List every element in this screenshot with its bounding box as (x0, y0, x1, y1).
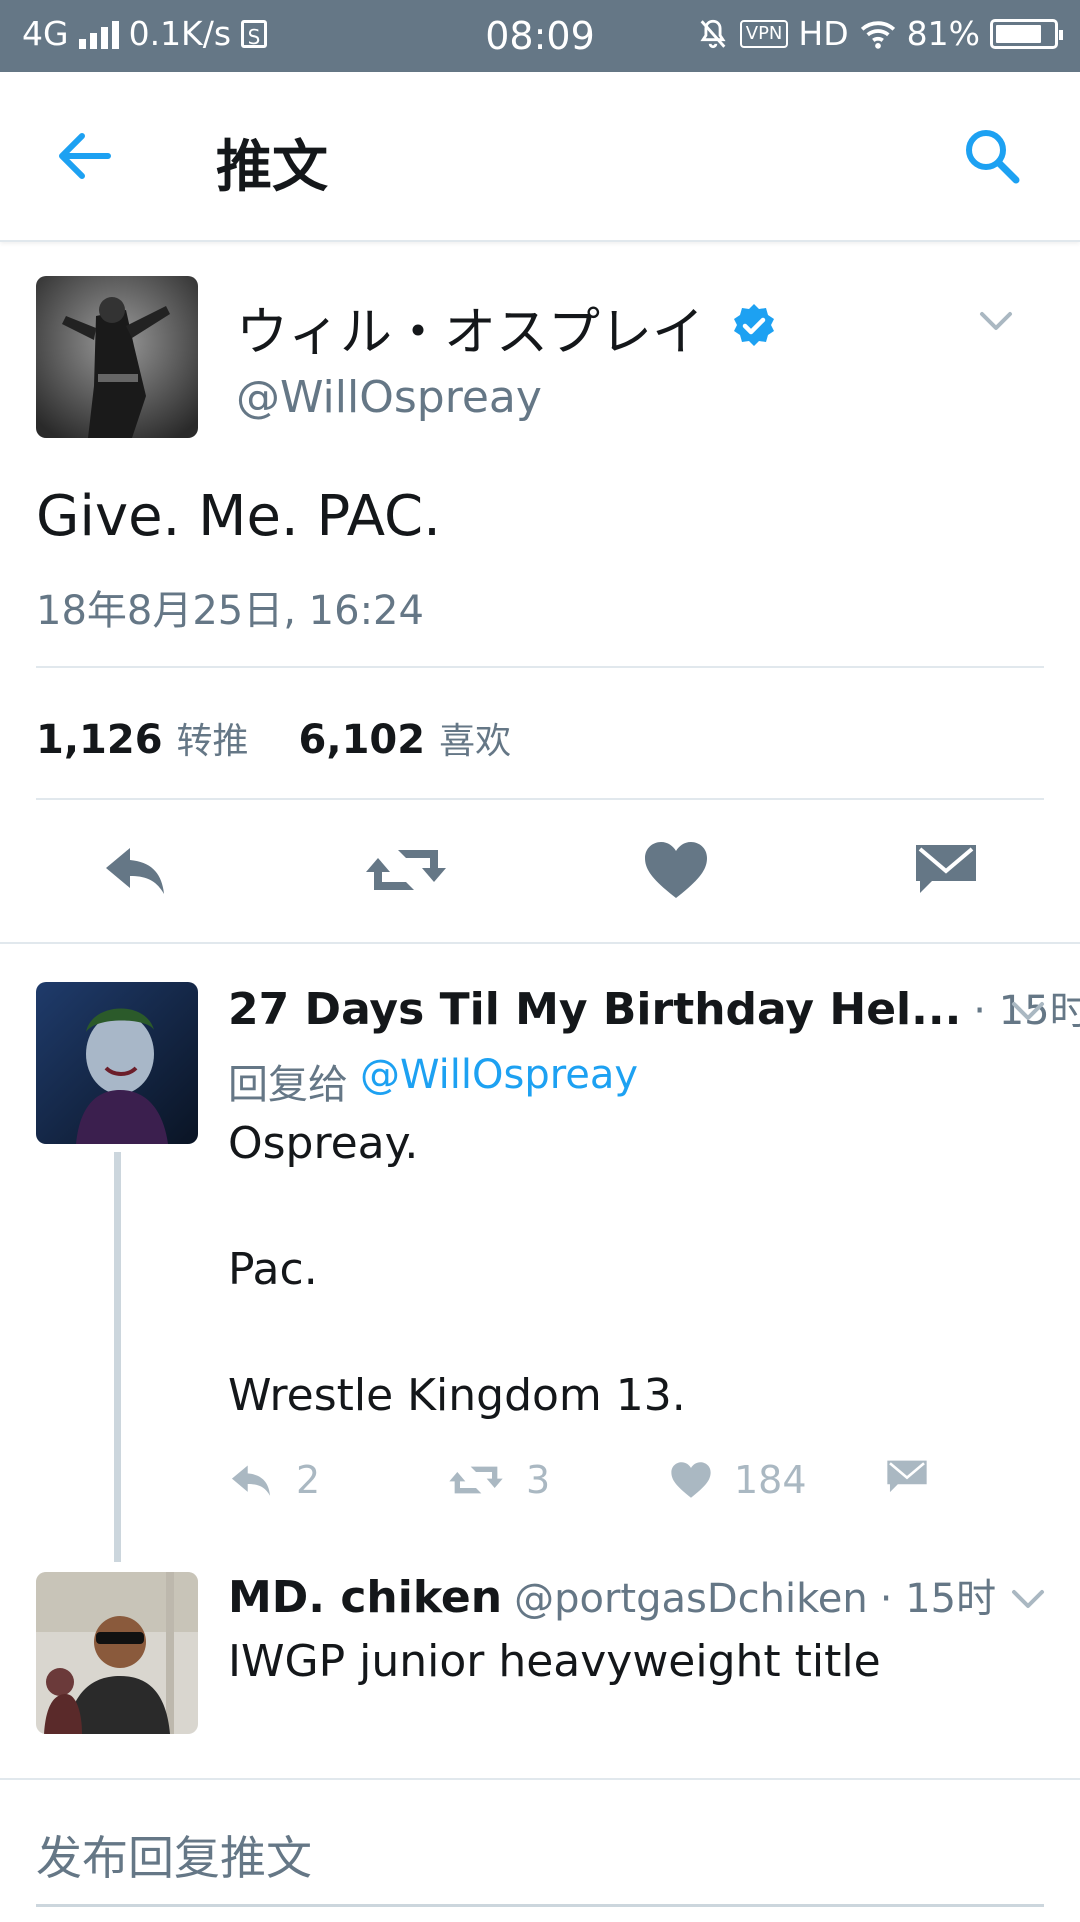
direct-message-button[interactable] (908, 838, 984, 902)
tweet-stats: 1,126 转推 6,102 喜欢 (36, 712, 511, 764)
message-icon (887, 1460, 927, 1493)
tweet-timestamp: 18年8月25日, 16:24 (36, 588, 424, 634)
search-button[interactable] (960, 124, 1024, 188)
status-right: VPN HD 81% (696, 14, 1063, 53)
status-bar: 4G 0.1K/s S 08:09 VPN HD 81% (0, 0, 1080, 72)
reply-text-line: Pac. (228, 1244, 318, 1295)
chevron-down-icon (1012, 1002, 1044, 1020)
tweet-text: Give. Me. PAC. (36, 484, 441, 549)
battery-icon (990, 18, 1063, 49)
like-button[interactable] (640, 838, 712, 902)
retweet-icon (366, 850, 446, 890)
reply-to-line: 回复给 @WillOspreay (228, 1052, 638, 1110)
reply-avatar[interactable] (36, 982, 198, 1144)
page-title: 推文 (216, 135, 328, 200)
reply-text: IWGP junior heavyweight title (228, 1636, 881, 1687)
tweet-author-avatar[interactable] (36, 276, 198, 438)
divider (36, 798, 1044, 800)
reply-options-button[interactable] (1008, 1584, 1048, 1612)
likes-label[interactable]: 喜欢 (439, 712, 511, 764)
reply-header: MD. chiken @portgasDchiken · 15时 (228, 1566, 1008, 1624)
retweets-label[interactable]: 转推 (177, 712, 249, 764)
divider (0, 942, 1080, 944)
reply-icon (106, 848, 164, 894)
back-button[interactable] (50, 126, 120, 186)
divider (36, 666, 1044, 668)
like-count: 184 (734, 1458, 807, 1502)
reply-action-like[interactable]: 184 (670, 1458, 807, 1502)
thread-connector (114, 1152, 121, 1562)
reply-icon (231, 1465, 271, 1496)
battery-percent: 81% (906, 14, 980, 53)
heart-icon (645, 842, 707, 898)
likes-count[interactable]: 6,102 (299, 717, 426, 763)
reply-author-name[interactable]: 27 Days Til My Birthday Hel... (228, 984, 961, 1035)
reply-text-line: Ospreay. (228, 1118, 419, 1169)
retweet-button[interactable] (362, 838, 450, 902)
retweet-icon (449, 1466, 503, 1494)
reply-action-retweet[interactable]: 3 (448, 1458, 550, 1502)
arrow-left-icon (59, 133, 111, 179)
reply-to-handle[interactable]: @WillOspreay (360, 1052, 638, 1110)
avatar-image (36, 982, 198, 1144)
battery-fill (996, 24, 1041, 43)
chevron-down-icon (980, 312, 1012, 330)
message-icon (916, 845, 976, 893)
tweet-author-name[interactable]: ウィル・オスプレイ (236, 290, 704, 365)
reply-avatar[interactable] (36, 1572, 198, 1734)
compose-underline (36, 1904, 1044, 1907)
mute-bell-icon (700, 19, 726, 48)
reply-compose-bar: 发布回复推文 (0, 1778, 1080, 1922)
reply-text-line: Wrestle Kingdom 13. (228, 1370, 686, 1421)
avatar-image (36, 276, 198, 438)
reply-header: 27 Days Til My Birthday Hel... · 15时 (228, 978, 1080, 1036)
tweet-author-handle[interactable]: @WillOspreay (236, 372, 542, 423)
reply-options-button[interactable] (1008, 996, 1048, 1024)
hd-label: HD (798, 14, 849, 53)
tweet-options-button[interactable] (976, 306, 1016, 334)
reply-action-reply[interactable]: 2 (228, 1458, 320, 1502)
retweets-count[interactable]: 1,126 (36, 717, 163, 763)
reply-action-message[interactable] (886, 1458, 928, 1500)
heart-icon (671, 1462, 711, 1498)
avatar-image (36, 1572, 198, 1734)
reply-author-handle[interactable]: @portgasDchiken (514, 1576, 868, 1622)
reply-author-name[interactable]: MD. chiken (228, 1572, 502, 1623)
app-header: 推文 (0, 72, 1080, 242)
wifi-icon (860, 20, 895, 49)
reply-count: 2 (296, 1458, 321, 1502)
reply-compose-input[interactable]: 发布回复推文 (36, 1822, 312, 1888)
search-icon (966, 130, 1020, 184)
reply-time: · 15时 (879, 1576, 997, 1622)
reply-to-label: 回复给 (228, 1062, 348, 1108)
chevron-down-icon (1012, 1590, 1044, 1608)
retweet-count: 3 (526, 1458, 551, 1502)
vpn-badge: VPN (739, 19, 789, 48)
reply-button[interactable] (96, 838, 174, 902)
verified-badge-icon (730, 302, 778, 350)
